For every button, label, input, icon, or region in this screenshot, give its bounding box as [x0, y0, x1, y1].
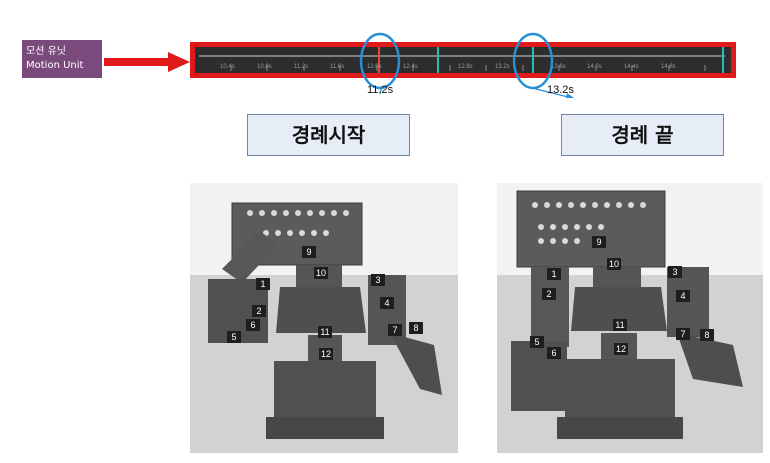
- end-time-label: 13.2s: [547, 84, 574, 96]
- joint-tag: 11: [613, 319, 627, 331]
- salute-start-callout: 경례시작: [247, 114, 410, 156]
- end-marker-circle: [512, 32, 554, 90]
- tick-label: 10.8s: [257, 64, 272, 70]
- tick-label: 14.4s: [624, 64, 639, 70]
- robot-salute-start-image: 1 2 3 4 5 6 7 8 9 10 11 12: [190, 183, 458, 453]
- motion-unit-label: 모션 유닛 Motion Unit: [22, 40, 102, 78]
- arrow-right-icon: [104, 52, 190, 72]
- joint-tag: 2: [542, 288, 556, 300]
- joint-tag: 4: [676, 290, 690, 302]
- tick-label: 14.8s: [661, 64, 676, 70]
- joint-tag: 5: [227, 331, 241, 343]
- joint-tag: 6: [246, 319, 260, 331]
- joint-tag: 1: [547, 268, 561, 280]
- joint-tag: 9: [302, 246, 316, 258]
- joint-tag: 8: [700, 329, 714, 341]
- motion-unit-label-english: Motion Unit: [26, 60, 84, 71]
- joint-tag: 10: [607, 258, 621, 270]
- joint-tag: 6: [547, 347, 561, 359]
- joint-tag: 7: [676, 328, 690, 340]
- joint-tag: 2: [252, 305, 266, 317]
- tick-label: 11.2s: [294, 64, 309, 70]
- joint-tag: 10: [314, 267, 328, 279]
- joint-tag: 3: [668, 266, 682, 278]
- start-marker-circle: [359, 32, 401, 90]
- robot-salute-end-image: 1 2 3 4 5 6 7 8 9 10 11 12: [497, 183, 763, 453]
- joint-tag: 3: [371, 274, 385, 286]
- joint-tag: 4: [380, 297, 394, 309]
- joint-tag: 12: [614, 343, 628, 355]
- motion-unit-label-korean: 모션 유닛: [26, 46, 66, 57]
- start-time-label: 11.2s: [367, 84, 394, 96]
- joint-tag: 9: [592, 236, 606, 248]
- joint-tag: 8: [409, 322, 423, 334]
- joint-tag: 7: [388, 324, 402, 336]
- joint-tag: 5: [530, 336, 544, 348]
- joint-tag: 12: [319, 348, 333, 360]
- joint-tag: 11: [318, 326, 332, 338]
- salute-end-callout: 경례 끝: [561, 114, 724, 156]
- tick-label: 10.4s: [220, 64, 235, 70]
- joint-tag: 1: [256, 278, 270, 290]
